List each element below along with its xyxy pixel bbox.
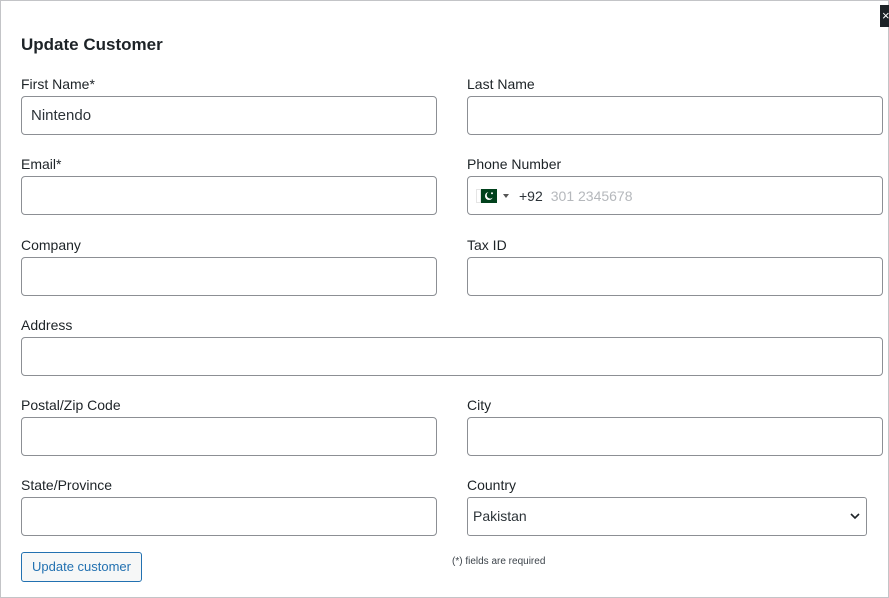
update-customer-button[interactable]: Update customer xyxy=(21,552,142,582)
address-label: Address xyxy=(21,317,73,333)
company-label: Company xyxy=(21,237,81,253)
postal-code-label: Postal/Zip Code xyxy=(21,397,121,413)
pakistan-flag-icon xyxy=(476,188,497,203)
email-label: Email* xyxy=(21,156,62,172)
modal-title: Update Customer xyxy=(21,35,163,54)
tax-id-label: Tax ID xyxy=(467,237,507,253)
city-input[interactable] xyxy=(467,417,883,456)
close-icon[interactable]: × xyxy=(880,5,889,27)
state-input[interactable] xyxy=(21,497,437,536)
country-select[interactable]: Pakistan xyxy=(467,497,867,536)
first-name-label: First Name* xyxy=(21,76,95,92)
phone-field: +92 301 2345678 xyxy=(467,176,883,215)
phone-input[interactable]: 301 2345678 xyxy=(551,188,633,204)
chevron-down-icon xyxy=(850,513,860,520)
phone-label: Phone Number xyxy=(467,156,562,172)
first-name-input[interactable]: Nintendo xyxy=(21,96,437,135)
dial-code: +92 xyxy=(519,187,543,204)
city-label: City xyxy=(467,397,492,413)
country-selected-value: Pakistan xyxy=(473,508,527,524)
email-input[interactable] xyxy=(21,176,437,215)
country-label: Country xyxy=(467,477,517,493)
update-customer-modal: × Update Customer First Name* Nintendo L… xyxy=(0,0,889,598)
last-name-input[interactable] xyxy=(467,96,883,135)
last-name-label: Last Name xyxy=(467,76,535,92)
country-code-dropdown[interactable] xyxy=(476,188,509,203)
chevron-down-icon xyxy=(503,193,509,198)
state-label: State/Province xyxy=(21,477,113,493)
company-input[interactable] xyxy=(21,257,437,296)
address-input[interactable] xyxy=(21,337,883,376)
tax-id-input[interactable] xyxy=(467,257,883,296)
postal-code-input[interactable] xyxy=(21,417,437,456)
required-fields-note: (*) fields are required xyxy=(452,556,546,567)
